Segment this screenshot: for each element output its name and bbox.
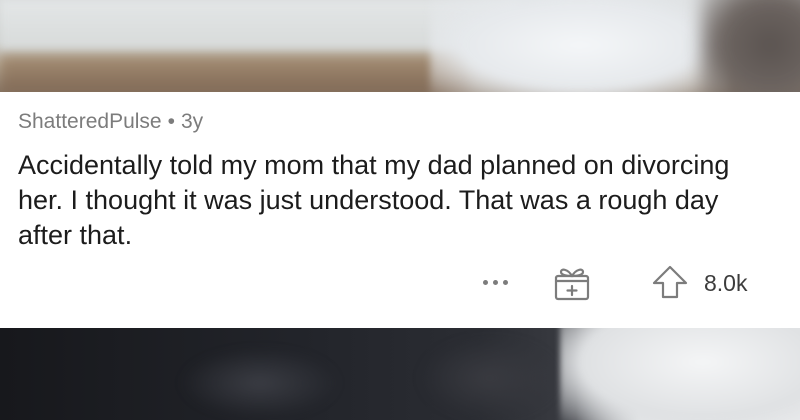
background-photo-top: [0, 0, 800, 92]
comment-meta: ShatteredPulse • 3y: [18, 110, 203, 134]
upvote-button[interactable]: [648, 262, 692, 302]
comment-card: ShatteredPulse • 3y Accidentally told my m…: [0, 92, 800, 328]
upvote-arrow-icon: [652, 265, 688, 299]
more-horizontal-icon: [482, 279, 488, 285]
comment-age: 3y: [180, 110, 204, 133]
vote-score: 8.0k: [704, 270, 748, 296]
comment-body: Accidentally told my mom that my dad pla…: [18, 150, 730, 250]
more-options-button[interactable]: [474, 270, 516, 294]
meta-separator: •: [167, 110, 175, 133]
give-award-button[interactable]: [550, 262, 594, 302]
background-photo-bottom: [0, 328, 800, 420]
comment-actions: 8.0k: [0, 262, 800, 302]
author-username[interactable]: ShatteredPulse: [18, 110, 162, 133]
gift-icon: [554, 268, 590, 301]
